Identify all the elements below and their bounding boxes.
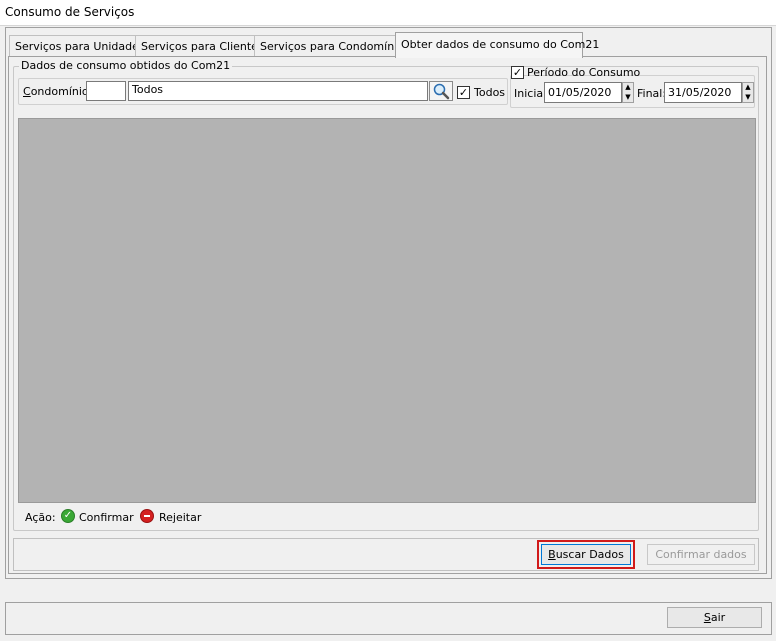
- tab-servicos-condominios[interactable]: Serviços para Condomínios: [254, 35, 416, 57]
- final-date-spinner[interactable]: ▲ ▼: [742, 82, 754, 103]
- tab-servicos-unidades[interactable]: Serviços para Unidades: [9, 35, 151, 57]
- consumo-groupbox-title: Dados de consumo obtidos do Com21: [19, 59, 233, 72]
- tab-servicos-clientes[interactable]: Serviços para Clientes: [135, 35, 270, 57]
- reject-minus-icon: [140, 509, 154, 523]
- consumo-data-grid[interactable]: [18, 118, 756, 503]
- inicial-date-spinner[interactable]: ▲ ▼: [622, 82, 634, 103]
- confirmar-dados-button[interactable]: Confirmar dados: [647, 544, 755, 565]
- todos-checkbox[interactable]: ✓: [457, 86, 470, 99]
- periodo-label: Período do Consumo: [527, 66, 641, 79]
- spin-down-icon[interactable]: ▼: [743, 93, 753, 103]
- sair-button[interactable]: Sair: [667, 607, 762, 628]
- window-title-bar: Consumo de Serviços: [0, 0, 776, 26]
- final-date-input[interactable]: 31/05/2020: [664, 82, 742, 103]
- tab-obter-dados-com21[interactable]: Obter dados de consumo do Com21: [395, 32, 599, 58]
- acao-label: Ação:: [25, 511, 56, 524]
- periodo-checkbox[interactable]: ✓: [511, 66, 524, 79]
- final-label: Final:: [637, 87, 667, 100]
- condominio-code-input[interactable]: [86, 81, 126, 101]
- confirm-legend-label: Confirmar: [79, 511, 134, 524]
- search-button[interactable]: [429, 81, 453, 101]
- search-icon: [433, 83, 450, 100]
- confirm-check-icon: ✓: [61, 509, 75, 523]
- buscar-dados-button[interactable]: Buscar Dados: [541, 544, 631, 565]
- condominio-name-input[interactable]: Todos: [128, 81, 428, 101]
- condominio-label: Condomínio:: [23, 85, 93, 98]
- spin-up-icon[interactable]: ▲: [623, 83, 633, 93]
- window-title: Consumo de Serviços: [5, 5, 135, 19]
- spin-up-icon[interactable]: ▲: [743, 83, 753, 93]
- inicial-date-input[interactable]: 01/05/2020: [544, 82, 622, 103]
- footer-bar: [5, 602, 772, 635]
- reject-legend-label: Rejeitar: [159, 511, 202, 524]
- spin-down-icon[interactable]: ▼: [623, 93, 633, 103]
- todos-label: Todos: [474, 86, 506, 99]
